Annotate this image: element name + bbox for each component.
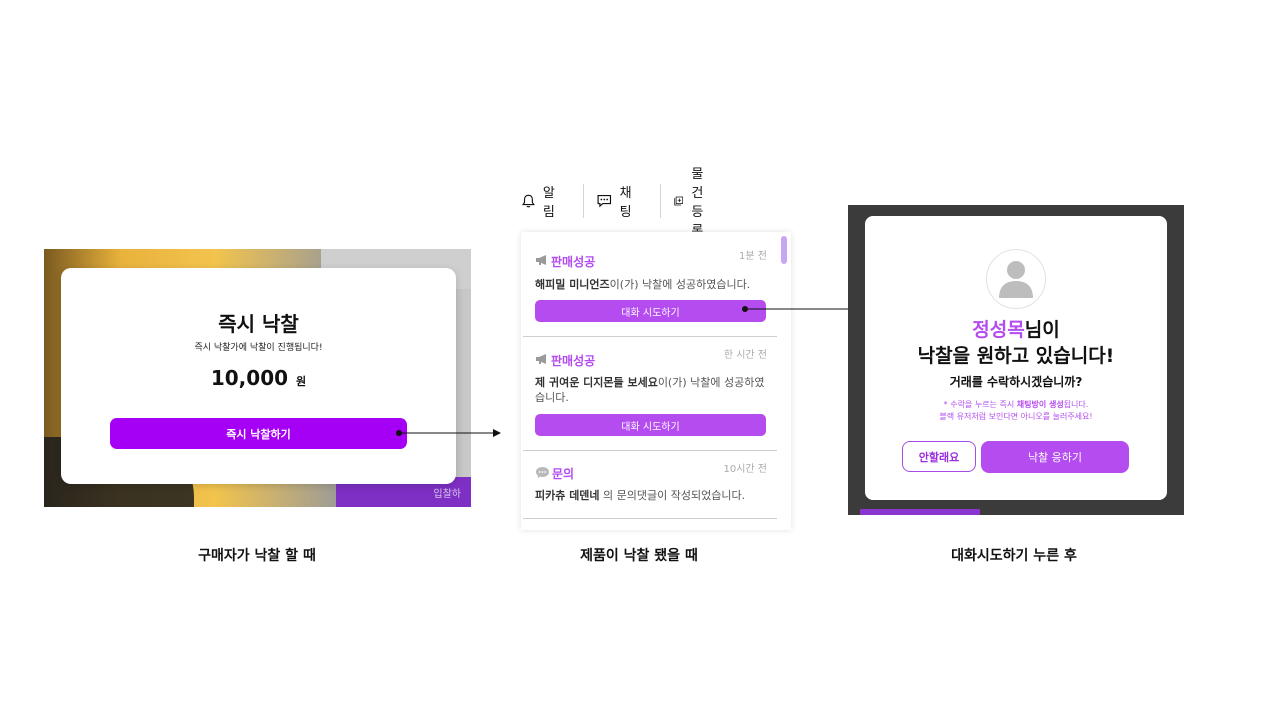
start-chat-button[interactable]: 대화 시도하기 bbox=[535, 300, 766, 322]
notice-suffix: 됩니다. bbox=[1063, 400, 1089, 409]
notification-item: 판매성공 1분 전 해피밀 미니언즈이(가) 낙찰에 성공하였습니다. 대화 시… bbox=[521, 232, 777, 336]
notification-category: 판매성공 bbox=[535, 352, 595, 369]
category-label: 판매성공 bbox=[551, 354, 596, 368]
user-avatar-icon bbox=[999, 261, 1033, 298]
avatar bbox=[986, 249, 1046, 309]
notification-category: 판매성공 bbox=[535, 253, 595, 270]
notification-time: 한 시간 전 bbox=[723, 350, 767, 361]
price-unit: 원 bbox=[296, 375, 307, 388]
nav-label: 알림 bbox=[542, 186, 555, 220]
notification-message: 해피밀 미니언즈이(가) 낙찰에 성공하였습니다. bbox=[535, 277, 765, 292]
nav-divider bbox=[583, 184, 584, 218]
nav-notifications[interactable]: 알림 bbox=[522, 186, 560, 220]
notification-time: 10시간 전 bbox=[723, 464, 767, 475]
notification-time: 1분 전 bbox=[739, 251, 767, 262]
speech-bubble-icon bbox=[535, 466, 550, 482]
instant-price: 10,000 원 bbox=[61, 366, 456, 390]
notice-bold: 채팅방이 생성 bbox=[1016, 400, 1064, 409]
divider bbox=[523, 518, 777, 519]
nav-label: 물건등록 bbox=[691, 167, 704, 239]
request-message: 낙찰을 원하고 있습니다! bbox=[917, 345, 1115, 367]
category-label: 문의 bbox=[552, 467, 575, 481]
background-bid-label: 입찰하 bbox=[433, 489, 461, 500]
notification-message: 피카츄 데덴네 의 문의댓글이 작성되었습니다. bbox=[535, 488, 765, 503]
notification-category: 문의 bbox=[535, 465, 574, 482]
notice-line2: 블랙 유저처럼 보인다면 아니오를 눌러주세요! bbox=[939, 412, 1093, 421]
item-title: 해피밀 미니언즈 bbox=[535, 278, 610, 291]
nav-register-item[interactable]: 물건등록 bbox=[674, 167, 714, 239]
item-title: 피카츄 데덴네 bbox=[535, 489, 600, 502]
trade-accept-modal: 정성목님이 낙찰을 원하고 있습니다! 거래를 수락하시겠습니까? * 수락을 … bbox=[865, 216, 1167, 500]
instant-win-modal: 즉시 낙찰 즉시 낙찰가에 낙찰이 진행됩니다! 10,000 원 즉시 낙찰하기 bbox=[61, 268, 456, 484]
modal-subtitle: 즉시 낙찰가에 낙찰이 진행됩니다! bbox=[194, 343, 323, 353]
requester-line: 정성목님이 bbox=[865, 315, 1167, 342]
notice-prefix: * 수락을 누르는 즉시 bbox=[943, 400, 1017, 409]
caption-buyer-instant-win: 구매자가 낙찰 할 때 bbox=[198, 548, 316, 564]
scrollbar-thumb[interactable] bbox=[781, 236, 787, 264]
nav-divider bbox=[660, 184, 661, 218]
notification-item: 문의 10시간 전 피카츄 데덴네 의 문의댓글이 작성되었습니다. bbox=[521, 451, 777, 519]
notice-text: * 수락을 누르는 즉시 채팅방이 생성됩니다. 블랙 유저처럼 보인다면 아니… bbox=[865, 399, 1167, 423]
caption-after-chat-attempt: 대화시도하기 누른 후 bbox=[951, 548, 1077, 564]
message-text: 의 문의댓글이 작성되었습니다. bbox=[599, 489, 746, 502]
megaphone-icon bbox=[535, 353, 549, 368]
instant-win-button[interactable]: 즉시 낙찰하기 bbox=[110, 418, 407, 449]
nav-chat[interactable]: 채팅 bbox=[597, 186, 637, 220]
nav-label: 채팅 bbox=[619, 186, 632, 220]
modal-title: 즉시 낙찰 bbox=[218, 312, 299, 336]
requester-suffix: 님이 bbox=[1024, 319, 1060, 341]
add-item-icon bbox=[674, 196, 684, 206]
chat-icon bbox=[597, 194, 612, 208]
price-value: 10,000 bbox=[210, 366, 289, 390]
decline-button[interactable]: 안할래요 bbox=[902, 441, 976, 472]
background-shape bbox=[860, 509, 980, 515]
start-chat-button[interactable]: 대화 시도하기 bbox=[535, 414, 766, 436]
category-label: 판매성공 bbox=[551, 255, 596, 269]
bell-icon bbox=[522, 194, 535, 208]
arrow-connector-1 bbox=[399, 429, 501, 437]
accept-bid-button[interactable]: 낙찰 응하기 bbox=[981, 441, 1129, 473]
notification-list-panel: 판매성공 1분 전 해피밀 미니언즈이(가) 낙찰에 성공하였습니다. 대화 시… bbox=[521, 232, 791, 530]
confirm-question: 거래를 수락하시겠습니까? bbox=[949, 375, 1083, 389]
caption-product-sold: 제품이 낙찰 됐을 때 bbox=[580, 548, 698, 564]
notification-item: 판매성공 한 시간 전 제 귀여운 디지몬들 보세요이(가) 낙찰에 성공하였습… bbox=[521, 337, 777, 449]
item-title: 제 귀여운 디지몬들 보세요 bbox=[535, 376, 658, 389]
message-text: 이(가) 낙찰에 성공하였습니다. bbox=[609, 278, 751, 291]
requester-name: 정성목 bbox=[972, 319, 1025, 341]
notification-message: 제 귀여운 디지몬들 보세요이(가) 낙찰에 성공하였습니다. bbox=[535, 375, 765, 405]
megaphone-icon bbox=[535, 254, 549, 269]
